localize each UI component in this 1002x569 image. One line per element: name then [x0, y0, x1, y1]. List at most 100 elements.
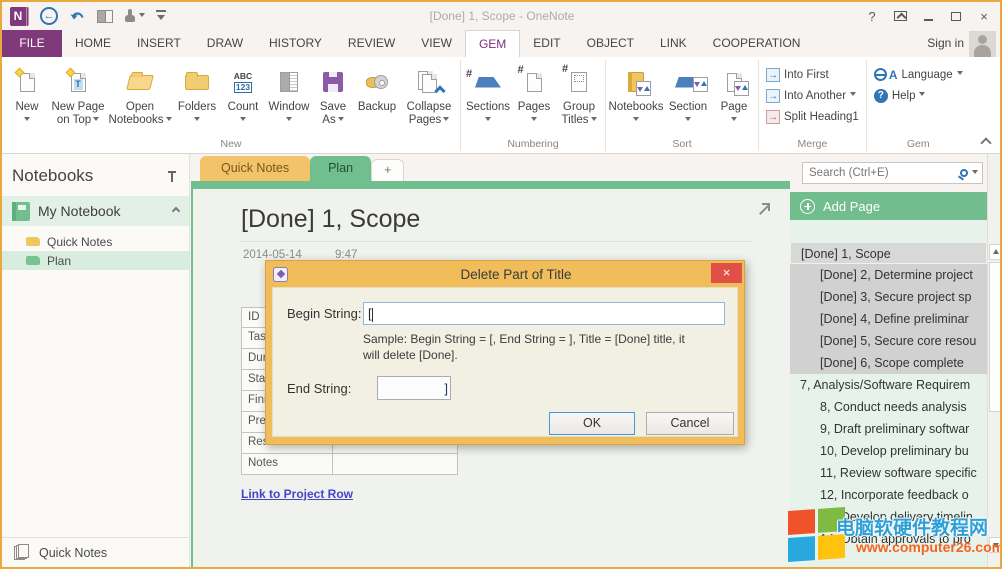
search-input[interactable] — [809, 167, 956, 179]
tab-review[interactable]: REVIEW — [335, 30, 408, 57]
close-button[interactable]: × — [970, 2, 998, 30]
button-label: Save — [320, 101, 346, 114]
dropdown-arrow-icon — [485, 117, 491, 124]
onenote-logo-icon: N — [10, 7, 29, 26]
page-list-item[interactable]: 7, Analysis/Software Requirem — [790, 374, 987, 396]
backup-button[interactable]: Backup — [353, 63, 401, 115]
add-page-plus-icon — [800, 199, 815, 214]
link-to-project-row[interactable]: Link to Project Row — [241, 487, 353, 501]
page-list-item[interactable]: [Done] 3, Secure project sp — [790, 286, 987, 308]
dialog-close-button[interactable]: × — [711, 263, 742, 283]
maximize-button[interactable] — [942, 2, 970, 30]
help-button-ribbon[interactable]: ? Help — [870, 85, 967, 106]
help-button[interactable]: ? — [858, 2, 886, 30]
folders-button[interactable]: Folders — [173, 63, 221, 128]
tab-history[interactable]: HISTORY — [256, 30, 335, 57]
new-section-tab[interactable]: + — [371, 159, 404, 181]
minimize-button[interactable] — [914, 2, 942, 30]
add-page-button[interactable]: Add Page — [790, 192, 987, 220]
back-button[interactable]: ← — [40, 7, 58, 25]
search-scope-dropdown-icon[interactable] — [972, 170, 978, 177]
table-cell[interactable] — [333, 454, 458, 475]
undo-icon[interactable] — [69, 9, 86, 24]
table-row: Notes — [241, 454, 458, 475]
tab-home[interactable]: HOME — [62, 30, 124, 57]
new-button[interactable]: New — [5, 63, 49, 128]
tab-object[interactable]: OBJECT — [574, 30, 647, 57]
page-canvas[interactable]: [Done] 1, Scope 2014-05-14 9:47 ID Task … — [191, 189, 790, 567]
window-button[interactable]: Window — [265, 63, 313, 128]
number-pages-icon: # — [527, 73, 542, 92]
page-title[interactable]: [Done] 1, Scope — [241, 205, 420, 234]
dropdown-arrow-icon — [531, 117, 537, 124]
page-list-item[interactable]: 12, Incorporate feedback o — [790, 484, 987, 506]
page-list-item[interactable]: [Done] 5, Secure core resou — [790, 330, 987, 352]
sidebar-item-quick-notes[interactable]: Quick Notes — [2, 232, 189, 251]
search-icon[interactable] — [960, 169, 968, 177]
section-tab-plan[interactable]: Plan — [310, 156, 371, 181]
number-sections-button[interactable]: # Sections — [464, 63, 512, 128]
page-list-item[interactable]: 11, Review software specific — [790, 462, 987, 484]
sidebar-item-plan[interactable]: Plan — [2, 251, 189, 270]
pin-icon[interactable] — [167, 171, 177, 182]
into-another-button[interactable]: → Into Another — [762, 85, 863, 106]
section-icon — [26, 256, 40, 265]
table-cell[interactable]: Notes — [241, 454, 333, 475]
tab-file[interactable]: FILE — [2, 30, 62, 57]
tab-draw[interactable]: DRAW — [194, 30, 256, 57]
scrollbar-thumb[interactable] — [989, 262, 1002, 412]
page-list-item[interactable]: 10, Develop preliminary bu — [790, 440, 987, 462]
page-list-item[interactable]: 8, Conduct needs analysis — [790, 396, 987, 418]
sidebar-item-my-notebook[interactable]: My Notebook — [2, 196, 189, 226]
window-controls: ? × — [858, 2, 998, 30]
ribbon-display-options-button[interactable] — [886, 2, 914, 30]
tab-link[interactable]: LINK — [647, 30, 700, 57]
sidebar-footer-quick-notes[interactable]: Quick Notes — [2, 537, 189, 567]
titlebar: N ← [Done] 1, Scope - OneNote ? × — [2, 2, 1000, 30]
open-notebooks-button[interactable]: Open Notebooks — [107, 63, 173, 128]
cancel-button[interactable]: Cancel — [646, 412, 734, 435]
sign-in-link[interactable]: Sign in — [927, 30, 964, 57]
begin-string-input[interactable]: [ — [363, 302, 725, 325]
dock-to-desktop-icon[interactable] — [97, 10, 113, 23]
collapse-ribbon-icon[interactable] — [980, 137, 991, 148]
page-list-item[interactable]: [Done] 2, Determine project — [790, 264, 987, 286]
tab-cooperation[interactable]: COOPERATION — [700, 30, 814, 57]
tab-gem[interactable]: GEM — [465, 30, 520, 57]
chevron-up-icon[interactable] — [172, 207, 180, 215]
save-as-button[interactable]: Save As — [313, 63, 353, 128]
sort-section-button[interactable]: Section — [663, 63, 713, 128]
touch-mode-button[interactable] — [124, 9, 145, 23]
page-list-item[interactable]: [Done] 4, Define preliminar — [790, 308, 987, 330]
sort-notebooks-button[interactable]: Notebooks — [609, 63, 663, 128]
split-heading1-button[interactable]: → Split Heading1 — [762, 106, 863, 127]
customize-qat-icon[interactable] — [156, 10, 166, 22]
into-first-button[interactable]: → Into First — [762, 64, 863, 85]
new-page-on-top-button[interactable]: T New Page on Top — [49, 63, 107, 128]
number-group-titles-button[interactable]: # Group Titles — [556, 63, 602, 128]
tab-insert[interactable]: INSERT — [124, 30, 194, 57]
sort-page-button[interactable]: Page — [713, 63, 755, 128]
page-list-scrollbar[interactable] — [987, 154, 1002, 567]
full-page-view-icon[interactable] — [756, 203, 770, 217]
page-list-item[interactable]: 9, Draft preliminary softwar — [790, 418, 987, 440]
search-box[interactable] — [802, 162, 983, 184]
ribbon-group-numbering: # Sections # Pages # Group Titles Number… — [461, 60, 606, 151]
button-label: Notebooks — [609, 101, 664, 114]
watermark-url: www.computer26.com — [856, 539, 1002, 555]
page-list-item[interactable]: [Done] 6, Scope complete — [790, 352, 987, 374]
user-avatar-icon[interactable] — [969, 31, 996, 57]
collapse-pages-button[interactable]: Collapse Pages — [401, 63, 457, 128]
dialog-titlebar[interactable]: Delete Part of Title — [266, 261, 744, 287]
ok-button[interactable]: OK — [549, 412, 635, 435]
tab-view[interactable]: VIEW — [408, 30, 465, 57]
language-button[interactable]: A Language — [870, 64, 967, 85]
sort-page-icon — [727, 73, 742, 92]
tab-edit[interactable]: EDIT — [520, 30, 573, 57]
end-string-input[interactable]: ] — [377, 376, 451, 400]
page-list-item[interactable]: [Done] 1, Scope — [790, 242, 987, 264]
number-pages-button[interactable]: # Pages — [512, 63, 556, 128]
section-tab-quick-notes[interactable]: Quick Notes — [200, 156, 310, 181]
count-button[interactable]: ABC123 Count — [221, 63, 265, 128]
scroll-up-button[interactable] — [989, 244, 1002, 260]
